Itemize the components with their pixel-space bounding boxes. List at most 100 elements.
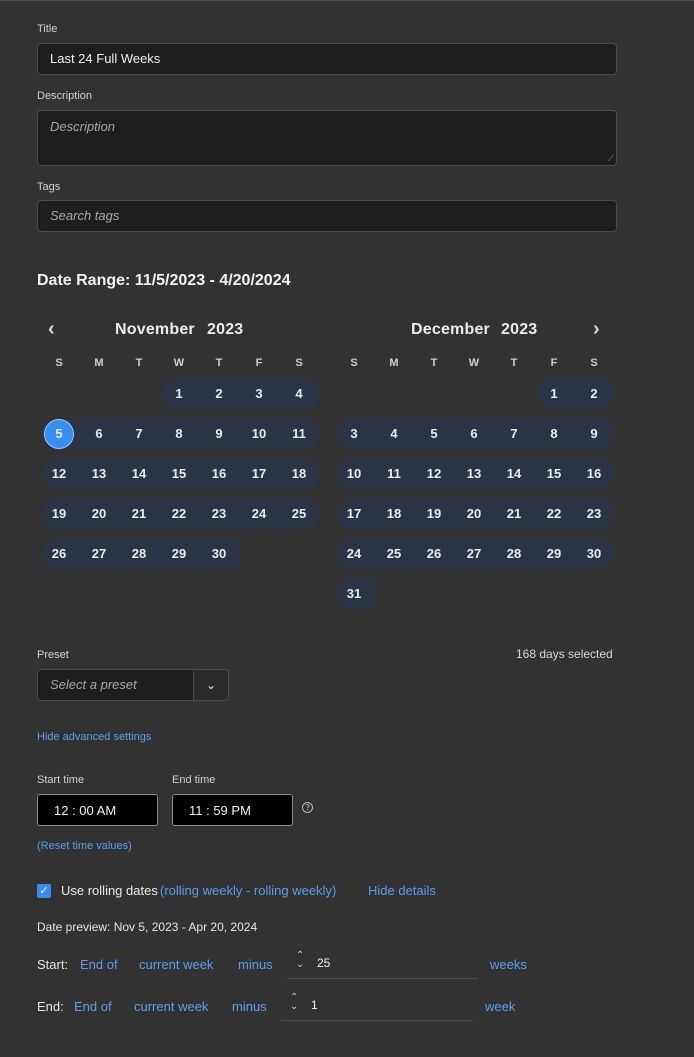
right-calendar-grid: S M T W T F S 1 2 3 4 5 6 7 8 9 10 11 12 13 14 15 16 17 18 19 20 21… bbox=[334, 357, 614, 617]
calendar-day[interactable]: 20 bbox=[454, 499, 494, 529]
description-label: Description bbox=[37, 90, 93, 102]
calendar-day[interactable]: 2 bbox=[199, 379, 239, 409]
calendar-day[interactable]: 16 bbox=[199, 459, 239, 489]
calendar-day[interactable]: 9 bbox=[199, 419, 239, 449]
calendar-day[interactable]: 26 bbox=[39, 539, 79, 569]
calendar-day[interactable]: 15 bbox=[534, 459, 574, 489]
calendar-day[interactable]: 10 bbox=[239, 419, 279, 449]
end-amount-input[interactable]: ⌃ ⌄ 1 bbox=[281, 991, 473, 1021]
stepper-icon[interactable]: ⌃ ⌄ bbox=[296, 951, 304, 970]
calendar-day[interactable]: 1 bbox=[159, 379, 199, 409]
calendar-day[interactable]: 13 bbox=[454, 459, 494, 489]
description-textarea[interactable]: Description ⟋ bbox=[37, 110, 617, 166]
calendar-day-range-start[interactable]: 5 bbox=[44, 419, 74, 449]
calendar-day[interactable]: 28 bbox=[119, 539, 159, 569]
checkmark-icon: ✓ bbox=[39, 885, 49, 897]
calendar-day[interactable]: 8 bbox=[159, 419, 199, 449]
tags-search-input[interactable]: Search tags bbox=[37, 200, 617, 232]
calendar-day[interactable]: 18 bbox=[374, 499, 414, 529]
calendar-day[interactable]: 10 bbox=[334, 459, 374, 489]
calendar-day[interactable]: 3 bbox=[334, 419, 374, 449]
end-op-dropdown[interactable]: minus bbox=[232, 999, 267, 1014]
calendar-day[interactable]: 2 bbox=[574, 379, 614, 409]
calendar-day[interactable]: 20 bbox=[79, 499, 119, 529]
calendar-day[interactable]: 29 bbox=[159, 539, 199, 569]
calendar-day[interactable]: 25 bbox=[374, 539, 414, 569]
calendar-day[interactable]: 23 bbox=[199, 499, 239, 529]
calendar-day[interactable]: 19 bbox=[414, 499, 454, 529]
calendar-day[interactable]: 11 bbox=[279, 419, 319, 449]
calendar-day[interactable]: 18 bbox=[279, 459, 319, 489]
calendar-day[interactable]: 23 bbox=[574, 499, 614, 529]
calendar-day[interactable]: 19 bbox=[39, 499, 79, 529]
calendar-day[interactable]: 11 bbox=[374, 459, 414, 489]
calendar-day[interactable]: 12 bbox=[39, 459, 79, 489]
prev-month-icon[interactable]: ‹ bbox=[48, 318, 55, 341]
resize-handle-icon[interactable]: ⟋ bbox=[608, 153, 614, 164]
calendar-day[interactable]: 16 bbox=[574, 459, 614, 489]
start-op-dropdown[interactable]: minus bbox=[238, 957, 273, 972]
start-amount-input[interactable]: ⌃ ⌄ 25 bbox=[287, 949, 478, 979]
start-time-input[interactable]: 12 : 00 AM bbox=[37, 794, 158, 826]
calendar-day[interactable]: 15 bbox=[159, 459, 199, 489]
calendar-day[interactable]: 12 bbox=[414, 459, 454, 489]
calendar-day[interactable]: 13 bbox=[79, 459, 119, 489]
calendar-day[interactable]: 22 bbox=[534, 499, 574, 529]
left-calendar-grid: S M T W T F S 1 2 3 4 5 6 7 8 9 10 11 12 13 14 15 16 17 18 19 20 21… bbox=[39, 357, 319, 617]
date-range-heading: Date Range: 11/5/2023 - 4/20/2024 bbox=[37, 272, 291, 289]
end-unit-label[interactable]: week bbox=[485, 999, 515, 1014]
day-of-week-header: W bbox=[173, 357, 185, 369]
calendar-day[interactable]: 24 bbox=[334, 539, 374, 569]
calendar-day[interactable]: 4 bbox=[279, 379, 319, 409]
hide-advanced-settings-link[interactable]: Hide advanced settings bbox=[37, 731, 151, 743]
calendar-day[interactable]: 14 bbox=[119, 459, 159, 489]
calendar-day[interactable]: 17 bbox=[334, 499, 374, 529]
preset-select-input[interactable]: Select a preset bbox=[37, 669, 194, 701]
calendar-day[interactable]: 7 bbox=[494, 419, 534, 449]
calendar-day[interactable]: 24 bbox=[239, 499, 279, 529]
end-amount-value: 1 bbox=[311, 998, 318, 1012]
calendar-day[interactable]: 1 bbox=[534, 379, 574, 409]
title-input[interactable]: Last 24 Full Weeks bbox=[37, 43, 617, 75]
calendar-day[interactable]: 27 bbox=[79, 539, 119, 569]
end-time-input[interactable]: 11 : 59 PM bbox=[172, 794, 293, 826]
calendar-day[interactable]: 21 bbox=[119, 499, 159, 529]
end-period-dropdown[interactable]: current week bbox=[134, 999, 208, 1014]
calendar-day[interactable]: 31 bbox=[334, 579, 374, 609]
rolling-summary-link[interactable]: (rolling weekly - rolling weekly) bbox=[160, 883, 336, 898]
calendar-day[interactable]: 22 bbox=[159, 499, 199, 529]
calendar-day[interactable]: 3 bbox=[239, 379, 279, 409]
calendar-day[interactable]: 6 bbox=[79, 419, 119, 449]
tags-label: Tags bbox=[37, 181, 61, 193]
calendar-day[interactable]: 21 bbox=[494, 499, 534, 529]
reset-time-values-link[interactable]: (Reset time values) bbox=[37, 840, 132, 852]
day-of-week-header: W bbox=[468, 357, 480, 369]
calendar-day[interactable]: 5 bbox=[414, 419, 454, 449]
calendar-day[interactable]: 4 bbox=[374, 419, 414, 449]
calendar-day[interactable]: 14 bbox=[494, 459, 534, 489]
calendar-day[interactable]: 28 bbox=[494, 539, 534, 569]
calendar-day[interactable]: 29 bbox=[534, 539, 574, 569]
calendar-day[interactable]: 9 bbox=[574, 419, 614, 449]
next-month-icon[interactable]: › bbox=[593, 318, 600, 341]
stepper-icon[interactable]: ⌃ ⌄ bbox=[290, 993, 298, 1012]
calendar-day[interactable]: 25 bbox=[279, 499, 319, 529]
preset-dropdown-button[interactable]: ⌄ bbox=[193, 669, 229, 701]
start-unit-label[interactable]: weeks bbox=[490, 957, 527, 972]
calendar-day[interactable]: 27 bbox=[454, 539, 494, 569]
end-anchor-dropdown[interactable]: End of bbox=[74, 999, 112, 1014]
calendar-day[interactable]: 17 bbox=[239, 459, 279, 489]
calendar-day[interactable]: 8 bbox=[534, 419, 574, 449]
start-anchor-dropdown[interactable]: End of bbox=[80, 957, 118, 972]
calendar-day[interactable]: 7 bbox=[119, 419, 159, 449]
calendar-day[interactable]: 6 bbox=[454, 419, 494, 449]
hide-details-link[interactable]: Hide details bbox=[368, 883, 436, 898]
help-icon[interactable]: ? bbox=[302, 802, 313, 813]
preset-label: Preset bbox=[37, 649, 69, 661]
calendar-day[interactable]: 30 bbox=[199, 539, 239, 569]
calendar-day[interactable]: 26 bbox=[414, 539, 454, 569]
rolling-dates-checkbox[interactable]: ✓ bbox=[37, 884, 51, 898]
start-period-dropdown[interactable]: current week bbox=[139, 957, 213, 972]
calendar-day[interactable]: 30 bbox=[574, 539, 614, 569]
start-row-label: Start: bbox=[37, 957, 69, 972]
